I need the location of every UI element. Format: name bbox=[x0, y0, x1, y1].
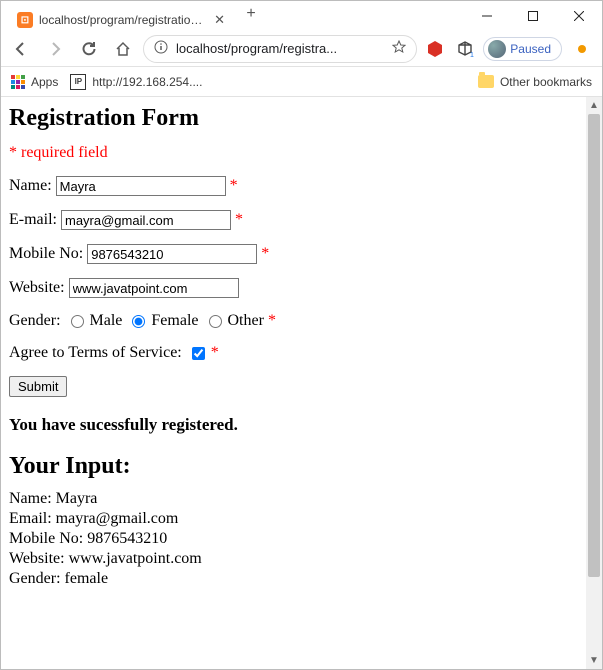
submit-button[interactable]: Submit bbox=[9, 376, 67, 397]
website-row: Website: bbox=[9, 278, 578, 298]
mobile-row: Mobile No: * bbox=[9, 244, 578, 264]
scroll-up-icon[interactable]: ▲ bbox=[586, 97, 602, 114]
browser-window: ⊡ localhost/program/registration.p ✕ + l… bbox=[0, 0, 603, 670]
output-mobile: Mobile No: 9876543210 bbox=[9, 530, 578, 548]
back-button[interactable] bbox=[7, 35, 35, 63]
forward-button[interactable] bbox=[41, 35, 69, 63]
output-email: Email: mayra@gmail.com bbox=[9, 510, 578, 528]
apps-icon bbox=[11, 75, 25, 89]
toolbar: localhost/program/registra... 1 Paused bbox=[1, 31, 602, 67]
apps-label: Apps bbox=[31, 75, 58, 89]
menu-button[interactable] bbox=[568, 35, 596, 63]
close-window-button[interactable] bbox=[556, 1, 602, 31]
star-icon[interactable] bbox=[392, 40, 406, 57]
avatar-icon bbox=[488, 40, 506, 58]
paused-label: Paused bbox=[510, 42, 551, 56]
required-asterisk: * bbox=[261, 245, 269, 263]
scroll-track[interactable] bbox=[586, 114, 602, 652]
email-input[interactable] bbox=[61, 210, 231, 230]
page-content: Registration Form * required field Name:… bbox=[1, 97, 586, 669]
svg-text:1: 1 bbox=[470, 52, 474, 58]
website-input[interactable] bbox=[69, 278, 239, 298]
other-bookmarks[interactable]: Other bookmarks bbox=[478, 75, 592, 89]
email-label: E-mail: bbox=[9, 211, 57, 229]
website-label: Website: bbox=[9, 279, 65, 297]
submit-row: Submit bbox=[9, 376, 578, 397]
required-asterisk: * bbox=[211, 344, 219, 362]
required-note: * required field bbox=[9, 144, 578, 162]
apps-button[interactable]: Apps bbox=[11, 75, 58, 89]
close-tab-icon[interactable]: ✕ bbox=[212, 12, 227, 28]
gender-label: Gender: bbox=[9, 312, 61, 330]
agree-row: Agree to Terms of Service: * bbox=[9, 344, 578, 362]
titlebar: ⊡ localhost/program/registration.p ✕ + bbox=[1, 1, 602, 31]
minimize-button[interactable] bbox=[464, 1, 510, 31]
home-button[interactable] bbox=[109, 35, 137, 63]
gender-male-label: Male bbox=[90, 312, 123, 330]
gender-row: Gender: Male Female Other * bbox=[9, 312, 578, 330]
bookmark-ip[interactable]: IP http://192.168.254.... bbox=[70, 74, 202, 90]
maximize-button[interactable] bbox=[510, 1, 556, 31]
ip-icon: IP bbox=[70, 74, 86, 90]
reload-button[interactable] bbox=[75, 35, 103, 63]
info-icon[interactable] bbox=[154, 40, 168, 57]
required-asterisk: * bbox=[230, 177, 238, 195]
agree-checkbox[interactable] bbox=[192, 347, 205, 360]
mobile-label: Mobile No: bbox=[9, 245, 83, 263]
mobile-input[interactable] bbox=[87, 244, 257, 264]
other-bookmarks-label: Other bookmarks bbox=[500, 75, 592, 89]
gender-male-radio[interactable] bbox=[71, 315, 84, 328]
scroll-down-icon[interactable]: ▼ bbox=[586, 652, 602, 669]
gender-other-label: Other bbox=[228, 312, 264, 330]
agree-label: Agree to Terms of Service: bbox=[9, 344, 182, 362]
tab-title: localhost/program/registration.p bbox=[39, 13, 206, 27]
success-message: You have sucessfully registered. bbox=[9, 415, 578, 435]
email-row: E-mail: * bbox=[9, 210, 578, 230]
bookmarks-bar: Apps IP http://192.168.254.... Other boo… bbox=[1, 67, 602, 97]
output-name: Name: Mayra bbox=[9, 490, 578, 508]
extension-cube-icon[interactable]: 1 bbox=[453, 37, 477, 61]
name-row: Name: * bbox=[9, 176, 578, 196]
name-input[interactable] bbox=[56, 176, 226, 196]
output-gender: Gender: female bbox=[9, 570, 578, 588]
folder-icon bbox=[478, 75, 494, 88]
gender-female-radio[interactable] bbox=[132, 315, 145, 328]
new-tab-button[interactable]: + bbox=[237, 5, 265, 23]
form-heading: Registration Form bbox=[9, 105, 578, 132]
bookmark-ip-label: http://192.168.254.... bbox=[92, 75, 202, 89]
scroll-thumb[interactable] bbox=[588, 114, 600, 577]
output-block: Name: Mayra Email: mayra@gmail.com Mobil… bbox=[9, 490, 578, 588]
profile-paused-chip[interactable]: Paused bbox=[483, 37, 562, 61]
required-asterisk: * bbox=[268, 312, 276, 330]
your-input-heading: Your Input: bbox=[9, 453, 578, 480]
vertical-scrollbar[interactable]: ▲ ▼ bbox=[586, 97, 602, 669]
required-asterisk: * bbox=[235, 211, 243, 229]
url-text: localhost/program/registra... bbox=[176, 41, 384, 56]
name-label: Name: bbox=[9, 177, 52, 195]
xampp-icon: ⊡ bbox=[17, 12, 33, 28]
extension-abp-icon[interactable] bbox=[423, 37, 447, 61]
gender-other-radio[interactable] bbox=[209, 315, 222, 328]
output-website: Website: www.javatpoint.com bbox=[9, 550, 578, 568]
gender-female-label: Female bbox=[151, 312, 198, 330]
address-bar[interactable]: localhost/program/registra... bbox=[143, 35, 417, 63]
